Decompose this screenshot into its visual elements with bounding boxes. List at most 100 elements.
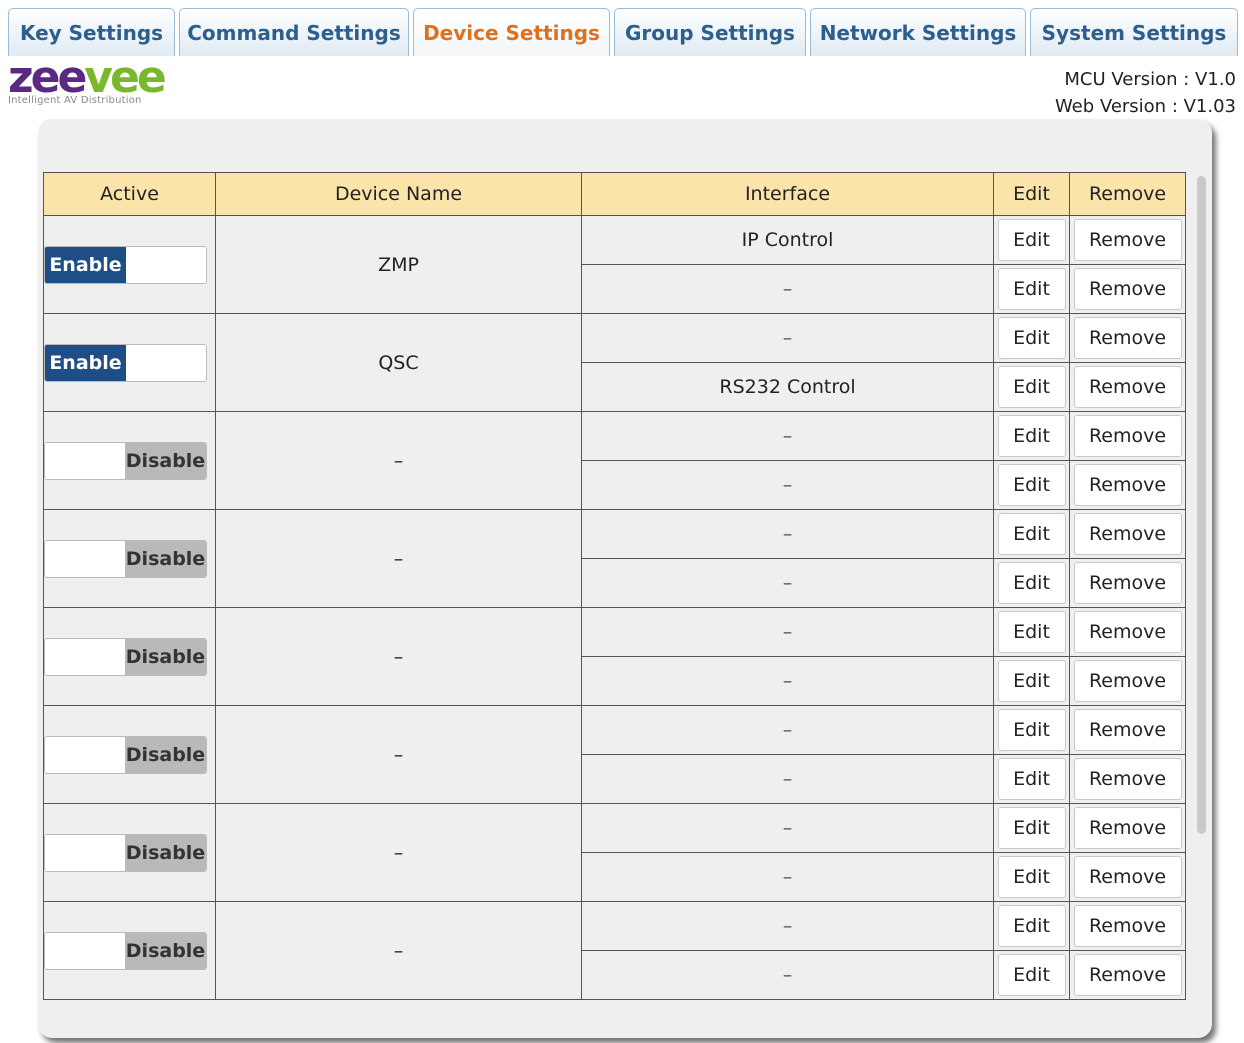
remove-button[interactable]: Remove (1073, 513, 1182, 555)
edit-button[interactable]: Edit (997, 562, 1066, 604)
remove-button[interactable]: Remove (1073, 219, 1182, 261)
tab-system-settings[interactable]: System Settings (1030, 8, 1238, 56)
edit-cell: Edit (993, 264, 1070, 314)
edit-button[interactable]: Edit (997, 954, 1066, 996)
disable-toggle[interactable]: Disable (44, 833, 207, 872)
remove-button[interactable]: Remove (1073, 366, 1182, 408)
scrollbar-thumb[interactable] (1197, 176, 1206, 834)
disable-toggle[interactable]: Disable (44, 735, 207, 774)
device-name: QSC (215, 313, 582, 412)
edit-button[interactable]: Edit (997, 807, 1066, 849)
active-cell: Disable (43, 411, 216, 510)
edit-cell: Edit (993, 558, 1070, 608)
remove-button[interactable]: Remove (1073, 807, 1182, 849)
logo-tagline: Intelligent AV Distribution (8, 95, 142, 106)
edit-button[interactable]: Edit (997, 856, 1066, 898)
remove-button[interactable]: Remove (1073, 562, 1182, 604)
edit-button[interactable]: Edit (997, 219, 1066, 261)
interface-name: RS232 Control (581, 362, 994, 412)
edit-button[interactable]: Edit (997, 317, 1066, 359)
edit-button[interactable]: Edit (997, 709, 1066, 751)
remove-button[interactable]: Remove (1073, 611, 1182, 653)
device-name: – (215, 411, 582, 510)
device-table: Active Device Name Interface Edit Remove… (43, 172, 1186, 1000)
edit-button[interactable]: Edit (997, 611, 1066, 653)
edit-button[interactable]: Edit (997, 268, 1066, 310)
remove-cell: Remove (1069, 852, 1186, 902)
tab-network-settings[interactable]: Network Settings (810, 8, 1026, 56)
disable-toggle[interactable]: Disable (44, 539, 207, 578)
edit-cell: Edit (993, 362, 1070, 412)
edit-button[interactable]: Edit (997, 905, 1066, 947)
edit-cell: Edit (993, 656, 1070, 706)
header-remove: Remove (1069, 172, 1186, 216)
active-cell: Disable (43, 901, 216, 1000)
remove-cell: Remove (1069, 901, 1186, 951)
active-cell: Disable (43, 705, 216, 804)
table-row: Disable – – Edit Remove (43, 411, 1186, 510)
remove-cell: Remove (1069, 754, 1186, 804)
interface-name: – (581, 264, 994, 314)
logo-wordmark: zeevee (8, 52, 167, 103)
edit-cell: Edit (993, 215, 1070, 265)
tab-device-settings[interactable]: Device Settings (413, 8, 610, 56)
active-cell: Disable (43, 509, 216, 608)
disable-toggle[interactable]: Disable (44, 441, 207, 480)
interface-name: – (581, 705, 994, 755)
table-row: Enable QSC – Edit Remove (43, 313, 1186, 412)
device-table-body: Enable ZMP IP Control Edit Remove – Edit Remove… (43, 215, 1186, 1000)
header-edit: Edit (993, 172, 1070, 216)
table-row: Disable – – Edit Remove (43, 607, 1186, 706)
remove-cell: Remove (1069, 362, 1186, 412)
edit-button[interactable]: Edit (997, 366, 1066, 408)
toggle-blank (45, 736, 125, 773)
header-device-name: Device Name (215, 172, 582, 216)
disable-label: Disable (125, 638, 206, 675)
active-cell: Disable (43, 607, 216, 706)
edit-cell: Edit (993, 313, 1070, 363)
remove-cell: Remove (1069, 950, 1186, 1000)
active-cell: Disable (43, 803, 216, 902)
mcu-version: MCU Version : V1.0 (1064, 69, 1236, 90)
remove-button[interactable]: Remove (1073, 415, 1182, 457)
enable-toggle[interactable]: Enable (44, 245, 207, 284)
enable-toggle[interactable]: Enable (44, 343, 207, 382)
edit-cell: Edit (993, 901, 1070, 951)
remove-button[interactable]: Remove (1073, 856, 1182, 898)
edit-button[interactable]: Edit (997, 513, 1066, 555)
remove-cell: Remove (1069, 264, 1186, 314)
edit-button[interactable]: Edit (997, 415, 1066, 457)
remove-cell: Remove (1069, 656, 1186, 706)
remove-button[interactable]: Remove (1073, 905, 1182, 947)
edit-button[interactable]: Edit (997, 758, 1066, 800)
tab-command-settings[interactable]: Command Settings (179, 8, 409, 56)
interface-name: – (581, 460, 994, 510)
edit-cell: Edit (993, 950, 1070, 1000)
remove-button[interactable]: Remove (1073, 268, 1182, 310)
disable-toggle[interactable]: Disable (44, 637, 207, 676)
remove-button[interactable]: Remove (1073, 709, 1182, 751)
edit-button[interactable]: Edit (997, 464, 1066, 506)
tab-key-settings[interactable]: Key Settings (8, 8, 175, 56)
remove-button[interactable]: Remove (1073, 317, 1182, 359)
active-cell: Enable (43, 215, 216, 314)
device-name: – (215, 705, 582, 804)
remove-cell: Remove (1069, 803, 1186, 853)
toggle-blank (45, 932, 125, 969)
remove-button[interactable]: Remove (1073, 758, 1182, 800)
remove-cell: Remove (1069, 313, 1186, 363)
remove-button[interactable]: Remove (1073, 954, 1182, 996)
toggle-blank (45, 540, 125, 577)
interface-name: – (581, 656, 994, 706)
edit-cell: Edit (993, 411, 1070, 461)
remove-button[interactable]: Remove (1073, 464, 1182, 506)
tab-group-settings[interactable]: Group Settings (614, 8, 806, 56)
interface-name: – (581, 411, 994, 461)
web-version: Web Version : V1.03 (1054, 96, 1236, 117)
edit-button[interactable]: Edit (997, 660, 1066, 702)
toggle-blank (126, 344, 206, 381)
disable-toggle[interactable]: Disable (44, 931, 207, 970)
device-name: – (215, 803, 582, 902)
disable-label: Disable (125, 932, 206, 969)
remove-button[interactable]: Remove (1073, 660, 1182, 702)
